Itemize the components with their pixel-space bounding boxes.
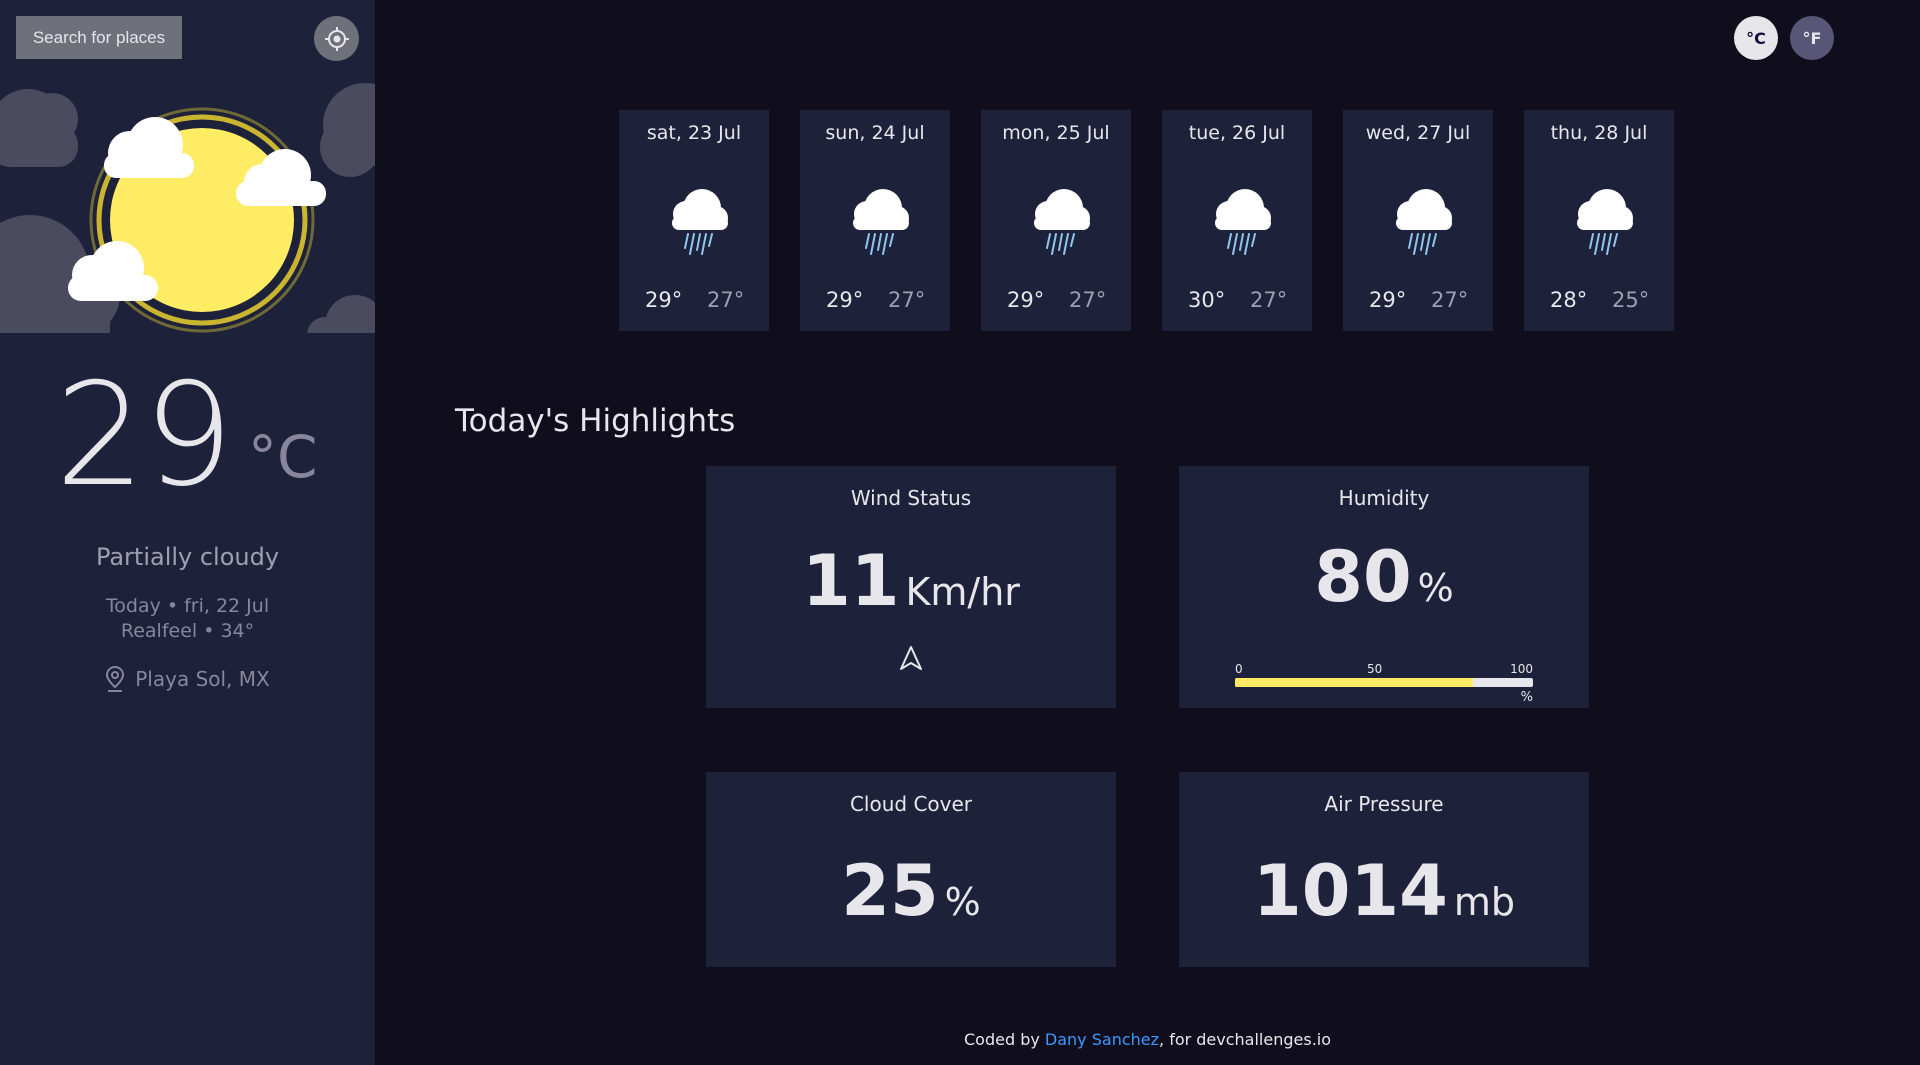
forecast-date: mon, 25 Jul [1002, 122, 1110, 144]
navigation-arrow-icon [900, 646, 922, 670]
location-name: Playa Sol, MX [135, 667, 270, 691]
wind-status-label: Wind Status [850, 486, 972, 510]
rain-cloud-icon [672, 189, 728, 255]
map-pin-icon [106, 665, 125, 692]
wind-status-value: 11 Km/hr [706, 546, 1116, 616]
forecast-max-temp: 30° [1188, 288, 1226, 312]
crosshair-icon [324, 26, 349, 51]
humidity-card: Humidity 80 % 0 50 100 % [1179, 466, 1589, 708]
fahrenheit-button[interactable]: °F [1790, 16, 1834, 60]
forecast-min-temp: 27° [1431, 288, 1469, 312]
wind-speed: 11 [802, 540, 900, 622]
forecast-min-temp: 27° [1250, 288, 1288, 312]
today-date: Today • fri, 22 Jul [105, 595, 270, 617]
weather-condition: Partially cloudy [95, 543, 280, 571]
air-pressure-label: Air Pressure [1324, 792, 1444, 816]
humidity-bar-fill [1235, 678, 1474, 687]
forecast-card: sat, 23 Jul 29° 27° [619, 110, 769, 331]
footer-prefix: Coded by [963, 1030, 1040, 1049]
forecast-max-temp: 29° [1007, 288, 1045, 312]
forecast-max-temp: 29° [1369, 288, 1407, 312]
humidity-number: 80 [1314, 536, 1412, 618]
humidity-progress: 0 50 100 % [1235, 662, 1533, 705]
highlights-title: Today's Highlights [455, 403, 736, 439]
wind-status-card: Wind Status 11 Km/hr [706, 466, 1116, 708]
current-temperature: 29 [55, 353, 234, 518]
forecast-card: thu, 28 Jul 28° 25° [1524, 110, 1674, 331]
humidity-scale-mid: 50 [1367, 662, 1383, 676]
author-link[interactable]: Dany Sanchez [1045, 1030, 1159, 1049]
celsius-button[interactable]: °C [1734, 16, 1778, 60]
rain-cloud-icon [853, 189, 909, 255]
humidity-bar-track [1235, 678, 1533, 687]
forecast-date: sat, 23 Jul [646, 122, 742, 144]
forecast-min-temp: 27° [1069, 288, 1107, 312]
humidity-value: 80 % [1179, 542, 1589, 612]
location: Playa Sol, MX [0, 665, 375, 693]
cloud-cover-value: 25 % [706, 856, 1116, 926]
forecast-date: sun, 24 Jul [825, 122, 925, 144]
forecast-max-temp: 29° [826, 288, 864, 312]
rain-cloud-icon [1215, 189, 1271, 255]
forecast-card: tue, 26 Jul 30° 27° [1162, 110, 1312, 331]
forecast-card: sun, 24 Jul 29° 27° [800, 110, 950, 331]
rain-cloud-icon [1034, 189, 1090, 255]
search-places-button[interactable]: Search for places [16, 16, 182, 59]
cloud-cover-unit: % [944, 880, 981, 924]
forecast-min-temp: 27° [707, 288, 745, 312]
wind-unit: Km/hr [905, 570, 1020, 614]
forecast-min-temp: 25° [1612, 288, 1650, 312]
forecast-date: tue, 26 Jul [1188, 122, 1286, 144]
forecast-max-temp: 29° [645, 288, 683, 312]
realfeel: Realfeel • 34° [120, 620, 255, 642]
footer-suffix: , for devchallenges.io [1159, 1030, 1332, 1049]
humidity-unit: % [1417, 566, 1454, 610]
footer: Coded by Dany Sanchez, for devchallenges… [375, 1030, 1920, 1049]
forecast-max-temp: 28° [1550, 288, 1588, 312]
partly-cloudy-sun-illustration [0, 83, 375, 333]
cloud-cover-label: Cloud Cover [849, 792, 973, 816]
forecast-card: mon, 25 Jul 29° 27° [981, 110, 1131, 331]
humidity-scale-max: 100 [1510, 662, 1533, 676]
humidity-scale-min: 0 [1235, 662, 1243, 676]
air-pressure-value: 1014 mb [1179, 856, 1589, 926]
current-location-button[interactable] [314, 16, 359, 61]
sidebar: Search for places 29 °C Partially cloudy… [0, 0, 375, 1065]
rain-cloud-icon [1577, 189, 1633, 255]
current-temperature-unit: °C [248, 423, 318, 491]
date-realfeel: Today • fri, 22 Jul Realfeel • 34° [0, 594, 375, 644]
forecast-date: thu, 28 Jul [1550, 122, 1648, 144]
rain-cloud-icon [1396, 189, 1452, 255]
air-pressure-number: 1014 [1253, 850, 1448, 932]
air-pressure-unit: mb [1453, 880, 1515, 924]
forecast-date: wed, 27 Jul [1365, 122, 1471, 144]
air-pressure-card: Air Pressure 1014 mb [1179, 772, 1589, 967]
cloud-cover-number: 25 [841, 850, 939, 932]
humidity-label: Humidity [1338, 486, 1430, 510]
forecast-min-temp: 27° [888, 288, 926, 312]
humidity-scale-unit: % [1520, 690, 1533, 705]
forecast-card: wed, 27 Jul 29° 27° [1343, 110, 1493, 331]
cloud-cover-card: Cloud Cover 25 % [706, 772, 1116, 967]
